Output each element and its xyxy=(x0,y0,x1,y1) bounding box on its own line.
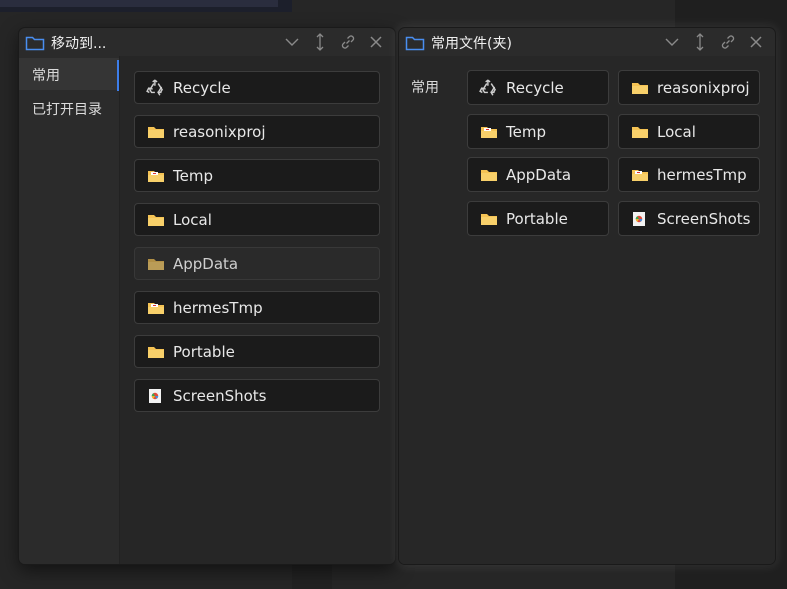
recycle-icon xyxy=(479,79,496,96)
folder-icon xyxy=(632,83,648,94)
folder-item-local[interactable]: Local xyxy=(618,114,760,149)
folder-item-screenshots[interactable]: ScreenShots xyxy=(618,201,760,236)
folder-doc-icon xyxy=(481,127,497,138)
panel-title: 常用文件(夹) xyxy=(431,36,512,52)
folder-item-label: Portable xyxy=(173,343,235,361)
folder-doc-icon xyxy=(632,170,648,181)
folder-item-label: hermesTmp xyxy=(657,166,747,184)
folder-doc-icon xyxy=(148,303,164,314)
folder-item-label: Recycle xyxy=(173,79,231,97)
resize-vertical-icon[interactable] xyxy=(309,33,331,51)
folder-icon xyxy=(632,127,648,138)
folder-item-local[interactable]: Local xyxy=(134,203,380,236)
folder-item-label: ScreenShots xyxy=(657,210,751,228)
screenshots-icon xyxy=(149,389,161,403)
folder-item-appdata[interactable]: AppData xyxy=(467,157,609,192)
background-window-strip xyxy=(292,560,332,589)
panel-title: 移动到... xyxy=(51,36,107,52)
folder-doc-icon xyxy=(148,171,164,182)
screenshots-icon xyxy=(633,212,645,226)
folder-outline-icon xyxy=(405,36,425,51)
folder-item-label: reasonixproj xyxy=(173,123,266,141)
sidebar-item-opened-dirs[interactable]: 已打开目录 xyxy=(19,92,119,124)
folder-item-label: reasonixproj xyxy=(657,79,750,97)
sidebar-item-label: 已打开目录 xyxy=(32,102,102,118)
folder-item-recycle[interactable]: Recycle xyxy=(134,71,380,104)
resize-vertical-icon[interactable] xyxy=(689,33,711,51)
folder-item-portable[interactable]: Portable xyxy=(134,335,380,368)
folder-icon xyxy=(481,170,497,181)
titlebar[interactable]: 移动到... xyxy=(19,28,395,56)
folder-item-label: Temp xyxy=(506,123,546,141)
folder-item-label: Local xyxy=(657,123,696,141)
folder-item-reasonixproj[interactable]: reasonixproj xyxy=(618,70,760,105)
folder-list: Recycle reasonixproj Temp Local AppData … xyxy=(120,56,395,564)
titlebar[interactable]: 常用文件(夹) xyxy=(399,28,775,56)
link-icon[interactable] xyxy=(717,33,739,51)
folder-item-label: AppData xyxy=(173,255,239,273)
chevron-down-icon[interactable] xyxy=(281,33,303,51)
section-label: 常用 xyxy=(411,80,439,96)
folder-item-portable[interactable]: Portable xyxy=(467,201,609,236)
folder-icon xyxy=(148,215,164,226)
common-folders-panel: 常用文件(夹) 常用 Recycle reasonixproj Temp Loc… xyxy=(399,28,775,564)
chevron-down-icon[interactable] xyxy=(661,33,683,51)
folder-item-appdata[interactable]: AppData xyxy=(134,247,380,280)
sidebar-item-common[interactable]: 常用 xyxy=(19,58,119,91)
recycle-icon xyxy=(146,79,163,96)
link-icon[interactable] xyxy=(337,33,359,51)
folder-grid: 常用 Recycle reasonixproj Temp Local AppDa… xyxy=(399,56,775,564)
folder-item-reasonixproj[interactable]: reasonixproj xyxy=(134,115,380,148)
folder-item-label: AppData xyxy=(506,166,572,184)
folder-icon xyxy=(481,214,497,225)
sidebar: 常用 已打开目录 xyxy=(19,56,120,564)
folder-item-label: Portable xyxy=(506,210,568,228)
folder-item-recycle[interactable]: Recycle xyxy=(467,70,609,105)
folder-item-temp[interactable]: Temp xyxy=(134,159,380,192)
background-window-bar xyxy=(0,0,292,12)
sidebar-item-label: 常用 xyxy=(32,68,60,84)
close-icon[interactable] xyxy=(745,33,767,51)
folder-item-hermestmp[interactable]: hermesTmp xyxy=(134,291,380,324)
folder-outline-icon xyxy=(25,36,45,51)
close-icon[interactable] xyxy=(365,33,387,51)
move-to-panel: 移动到... 常用 已打开目录 Recycle reasonixproj Tem… xyxy=(19,28,395,564)
folder-item-temp[interactable]: Temp xyxy=(467,114,609,149)
folder-item-label: Recycle xyxy=(506,79,564,97)
folder-item-label: hermesTmp xyxy=(173,299,263,317)
folder-icon xyxy=(148,127,164,138)
folder-item-label: Temp xyxy=(173,167,213,185)
folder-item-label: ScreenShots xyxy=(173,387,267,405)
folder-item-hermestmp[interactable]: hermesTmp xyxy=(618,157,760,192)
folder-item-label: Local xyxy=(173,211,212,229)
folder-item-screenshots[interactable]: ScreenShots xyxy=(134,379,380,412)
folder-icon xyxy=(148,347,164,358)
folder-icon xyxy=(148,259,164,270)
